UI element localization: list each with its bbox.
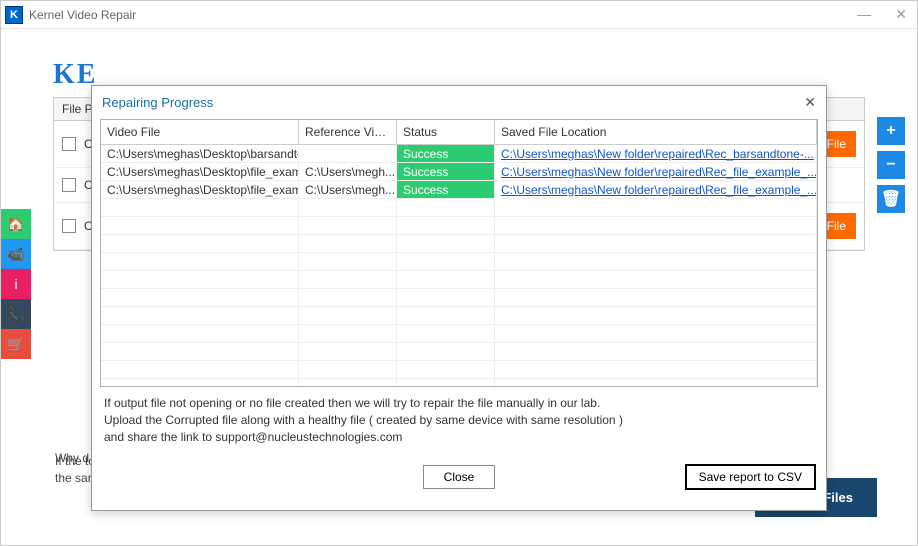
app-title: Kernel Video Repair	[29, 8, 851, 22]
table-row: C:\Users\meghas\Desktop\barsandto... Suc…	[101, 145, 817, 163]
table-row	[101, 199, 817, 217]
table-row	[101, 253, 817, 271]
cell-video-file: C:\Users\meghas\Desktop\barsandto...	[101, 145, 299, 162]
table-body: C:\Users\meghas\Desktop\barsandto... Suc…	[101, 145, 817, 387]
help-line: If output file not opening or no file cr…	[104, 395, 814, 412]
table-header: Video File Reference Video... Status Sav…	[101, 120, 817, 145]
file-icon	[62, 137, 76, 151]
col-status[interactable]: Status	[397, 120, 495, 144]
remove-file-button[interactable]: −	[877, 151, 905, 179]
help-line: and share the link to support@nucleustec…	[104, 429, 814, 446]
table-row	[101, 325, 817, 343]
file-icon	[62, 178, 76, 192]
phone-icon[interactable]: 📞	[1, 299, 31, 329]
progress-table: Video File Reference Video... Status Sav…	[100, 119, 818, 387]
video-icon[interactable]: 📹	[1, 239, 31, 269]
status-badge: Success	[397, 145, 495, 162]
dialog-title: Repairing Progress	[102, 95, 804, 110]
table-row	[101, 235, 817, 253]
dialog-close-button[interactable]: Close	[423, 465, 496, 489]
cell-saved-location: C:\Users\meghas\New folder\repaired\Rec_…	[495, 181, 817, 198]
table-row	[101, 379, 817, 387]
saved-file-link[interactable]: C:\Users\meghas\New folder\repaired\Rec_…	[501, 147, 814, 161]
table-row	[101, 361, 817, 379]
minimize-button[interactable]: —	[851, 6, 877, 23]
saved-file-link[interactable]: C:\Users\meghas\New folder\repaired\Rec_…	[501, 165, 817, 179]
table-row	[101, 289, 817, 307]
main-area: KE File P C:\ ce File C:\ C:\ ce File + …	[1, 29, 917, 545]
help-text: If output file not opening or no file cr…	[104, 395, 814, 445]
cell-video-file: C:\Users\meghas\Desktop\file_exam...	[101, 181, 299, 198]
cell-saved-location: C:\Users\meghas\New folder\repaired\Rec_…	[495, 163, 817, 180]
cell-reference: C:\Users\megh...	[299, 181, 397, 198]
add-file-button[interactable]: +	[877, 117, 905, 145]
cell-video-file: C:\Users\meghas\Desktop\file_exam...	[101, 163, 299, 180]
repairing-progress-dialog: Repairing Progress ✕ Video File Referenc…	[91, 85, 827, 511]
close-window-button[interactable]: ✕	[889, 6, 913, 23]
home-icon[interactable]: 🏠	[1, 209, 31, 239]
table-row	[101, 217, 817, 235]
saved-file-link[interactable]: C:\Users\meghas\New folder\repaired\Rec_…	[501, 183, 817, 197]
table-row	[101, 271, 817, 289]
table-row: C:\Users\meghas\Desktop\file_exam... C:\…	[101, 181, 817, 199]
table-row: C:\Users\meghas\Desktop\file_exam... C:\…	[101, 163, 817, 181]
col-saved-location[interactable]: Saved File Location	[495, 120, 817, 144]
dialog-close-icon[interactable]: ✕	[804, 94, 816, 111]
cell-reference: C:\Users\megh...	[299, 163, 397, 180]
table-row	[101, 307, 817, 325]
col-video-file[interactable]: Video File	[101, 120, 299, 144]
help-line: Upload the Corrupted file along with a h…	[104, 412, 814, 429]
right-toolbar: + − 🗑	[877, 117, 905, 213]
file-icon	[62, 219, 76, 233]
app-icon: K	[5, 6, 23, 24]
status-badge: Success	[397, 163, 495, 180]
dialog-header: Repairing Progress ✕	[92, 86, 826, 119]
dialog-button-bar: Close Save report to CSV	[92, 445, 826, 499]
status-badge: Success	[397, 181, 495, 198]
delete-button[interactable]: 🗑	[877, 185, 905, 213]
info-icon[interactable]: i	[1, 269, 31, 299]
titlebar: K Kernel Video Repair — ✕	[1, 1, 917, 29]
save-report-csv-button[interactable]: Save report to CSV	[685, 464, 816, 490]
cell-saved-location: C:\Users\meghas\New folder\repaired\Rec_…	[495, 145, 817, 162]
col-reference-video[interactable]: Reference Video...	[299, 120, 397, 144]
table-row	[101, 343, 817, 361]
cart-icon[interactable]: 🛒	[1, 329, 31, 359]
cell-reference	[299, 145, 397, 162]
left-sidebar: 🏠 📹 i 📞 🛒	[1, 209, 31, 359]
